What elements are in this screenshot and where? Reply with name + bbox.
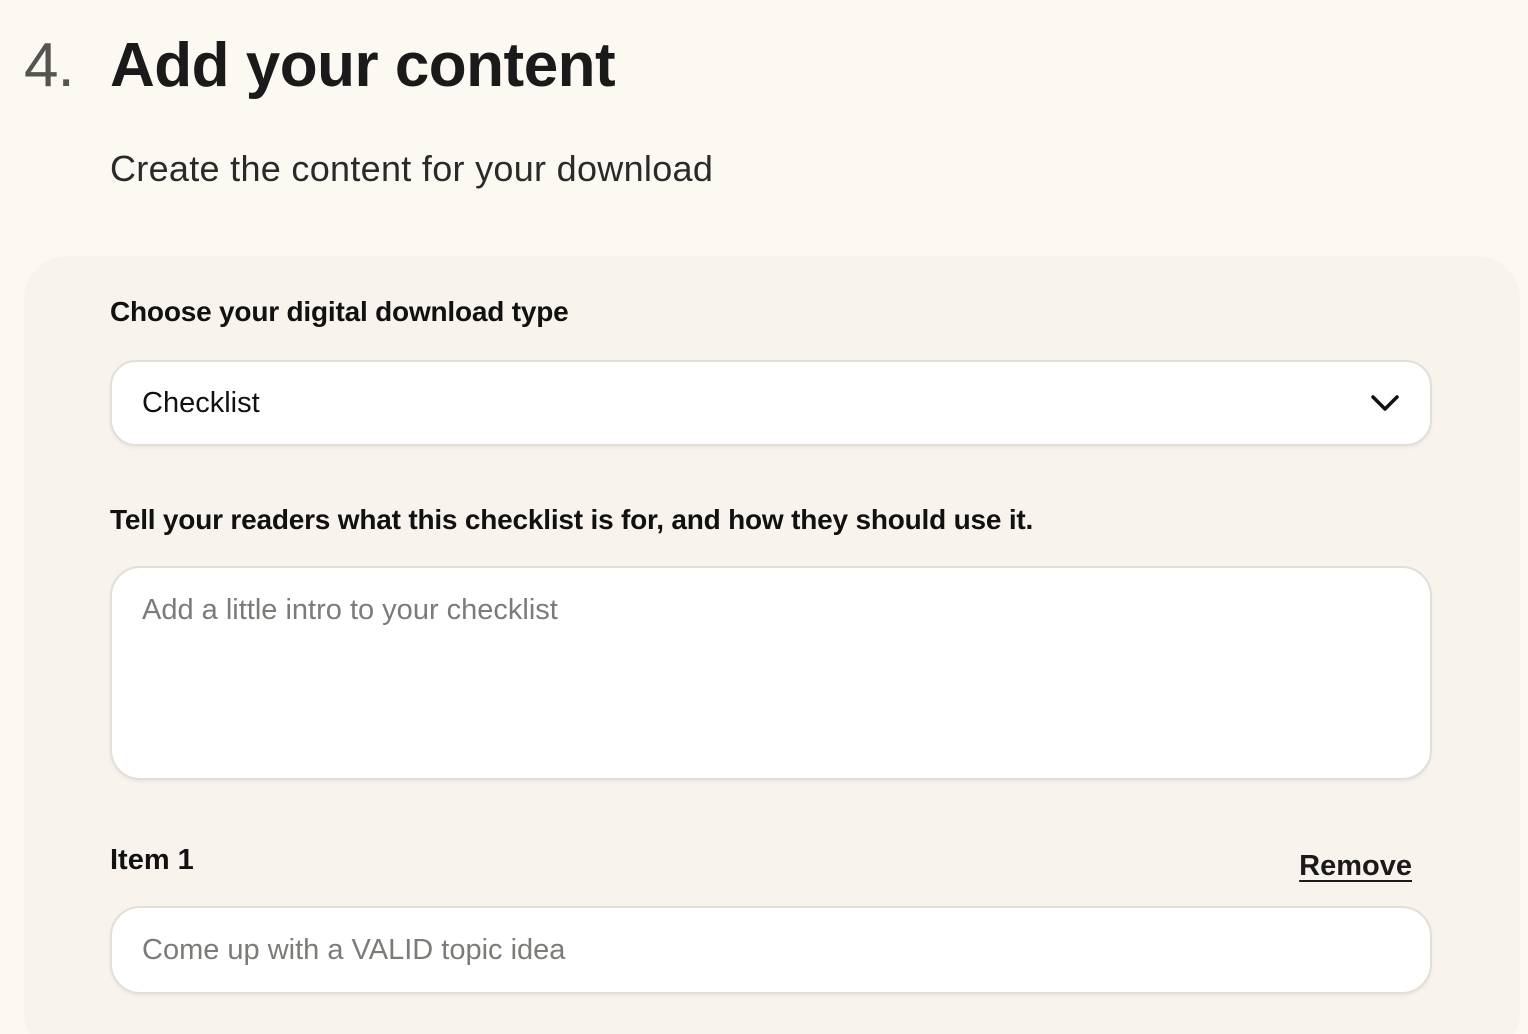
remove-item-link[interactable]: Remove	[1299, 850, 1412, 883]
intro-label: Tell your readers what this checklist is…	[110, 504, 1034, 535]
download-type-select[interactable]: Checklist	[110, 360, 1432, 446]
intro-textarea[interactable]: Add a little intro to your checklist	[110, 566, 1432, 780]
chevron-down-icon	[1370, 393, 1400, 413]
intro-placeholder: Add a little intro to your checklist	[142, 594, 558, 626]
item-placeholder: Come up with a VALID topic idea	[142, 933, 566, 966]
step-number: 4.	[24, 31, 75, 100]
page-subtitle: Create the content for your download	[110, 148, 714, 189]
item-label: Item 1	[110, 844, 194, 876]
download-type-label: Choose your digital download type	[110, 296, 569, 327]
page: 4. Add your content Create the content f…	[0, 0, 1528, 1034]
item-input[interactable]: Come up with a VALID topic idea	[110, 906, 1432, 994]
page-title: Add your content	[110, 31, 616, 100]
step-header: 4. Add your content	[24, 30, 616, 101]
download-type-selected-value: Checklist	[142, 386, 260, 419]
